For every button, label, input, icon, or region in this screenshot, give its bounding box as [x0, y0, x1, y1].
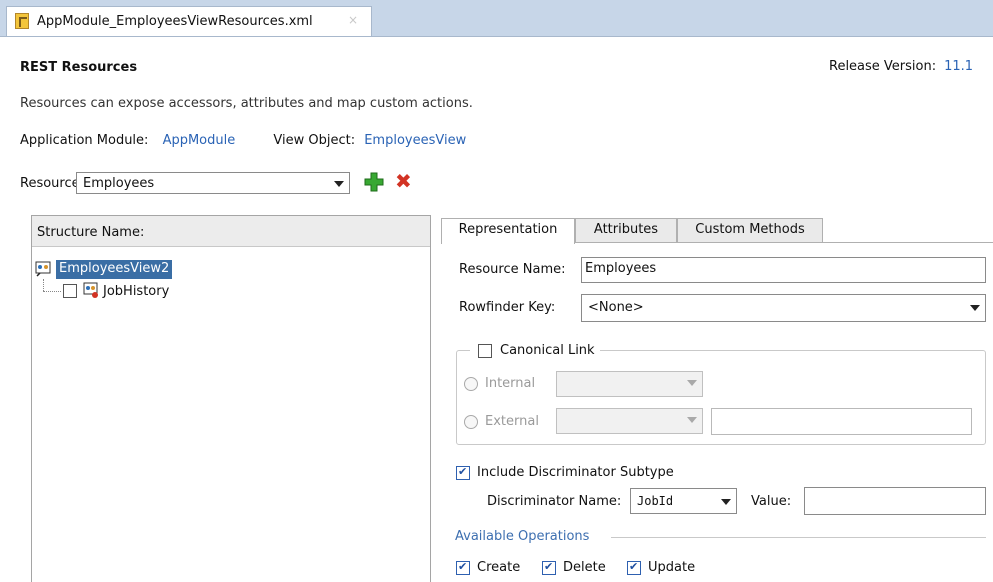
context-row: Application Module: AppModule View Objec…: [20, 133, 466, 148]
resource-name-label: Resource Name:: [459, 262, 566, 277]
app-module-label: Application Module:: [20, 133, 149, 148]
discriminator-value-label: Value:: [751, 494, 792, 509]
page-description: Resources can expose accessors, attribut…: [20, 96, 473, 111]
release-version-label: Release Version:: [829, 59, 937, 74]
internal-select[interactable]: [556, 371, 703, 397]
external-url-input[interactable]: [711, 408, 972, 435]
include-discriminator-label: Include Discriminator Subtype: [477, 465, 674, 480]
tab-baseline: [823, 242, 993, 243]
rowfinder-value: <None>: [588, 300, 644, 315]
resource-select-value: Employees: [83, 176, 155, 191]
structure-panel: Structure Name: EmployeesView2 JobHistor…: [31, 215, 431, 582]
resource-label: Resource:: [20, 176, 84, 191]
tree-connector: [43, 291, 61, 292]
update-checkbox[interactable]: [627, 560, 641, 575]
release-version: Release Version: 11.1: [829, 59, 973, 74]
delete-icon[interactable]: ✖: [395, 170, 412, 192]
editor-tab[interactable]: AppModule_EmployeesViewResources.xml ×: [6, 6, 372, 36]
chevron-down-icon: [721, 499, 731, 505]
available-operations-header: Available Operations: [455, 529, 590, 544]
view-object-link[interactable]: EmployeesView: [364, 133, 466, 148]
release-version-value[interactable]: 11.1: [944, 59, 973, 74]
include-discriminator-checkbox[interactable]: [456, 465, 470, 480]
tree-node-child[interactable]: JobHistory: [103, 284, 169, 299]
discriminator-name-select[interactable]: JobId: [630, 488, 737, 514]
update-label: Update: [648, 560, 696, 575]
rowfinder-label: Rowfinder Key:: [459, 300, 556, 315]
external-label: External: [485, 414, 539, 429]
create-label: Create: [477, 560, 521, 575]
resource-name-input[interactable]: Employees: [581, 257, 986, 283]
tree-node-checkbox[interactable]: [63, 284, 77, 298]
chevron-down-icon: [687, 417, 697, 423]
detail-tabs: Representation Attributes Custom Methods: [441, 218, 831, 244]
page-title: REST Resources: [20, 60, 138, 75]
tree-connector: [43, 279, 44, 291]
external-select[interactable]: [556, 408, 703, 434]
tree-node-root[interactable]: EmployeesView2: [56, 260, 173, 279]
tab-custom-methods[interactable]: Custom Methods: [677, 218, 823, 243]
canonical-link-checkbox[interactable]: [478, 344, 492, 358]
view-object-icon: [35, 261, 51, 277]
discriminator-name-label: Discriminator Name:: [487, 494, 622, 509]
delete-checkbox[interactable]: [542, 560, 556, 575]
app-module-link[interactable]: AppModule: [163, 133, 236, 148]
chevron-down-icon: [334, 181, 344, 187]
chevron-down-icon: [970, 305, 980, 311]
discriminator-value-input[interactable]: [804, 487, 986, 515]
rowfinder-select[interactable]: <None>: [581, 294, 986, 322]
internal-radio[interactable]: [464, 377, 478, 391]
structure-header: Structure Name:: [32, 216, 430, 247]
operations-divider: [611, 537, 986, 538]
create-checkbox[interactable]: [456, 560, 470, 575]
close-tab-icon[interactable]: ×: [348, 13, 358, 27]
external-radio[interactable]: [464, 415, 478, 429]
xml-file-icon: [15, 13, 29, 29]
editor-tab-label: AppModule_EmployeesViewResources.xml: [37, 14, 313, 29]
view-object-label: View Object:: [273, 133, 356, 148]
chevron-down-icon: [687, 380, 697, 386]
tab-representation[interactable]: Representation: [441, 218, 575, 244]
delete-label: Delete: [563, 560, 606, 575]
resource-name-value: Employees: [585, 261, 657, 276]
structure-header-label: Structure Name:: [37, 225, 145, 240]
resource-select[interactable]: Employees: [76, 172, 350, 194]
discriminator-name-value: JobId: [637, 494, 674, 508]
internal-label: Internal: [485, 376, 536, 391]
accessor-icon: [83, 282, 98, 298]
canonical-link-label: Canonical Link: [500, 343, 595, 358]
add-icon[interactable]: [364, 172, 384, 192]
tab-attributes[interactable]: Attributes: [575, 218, 677, 243]
